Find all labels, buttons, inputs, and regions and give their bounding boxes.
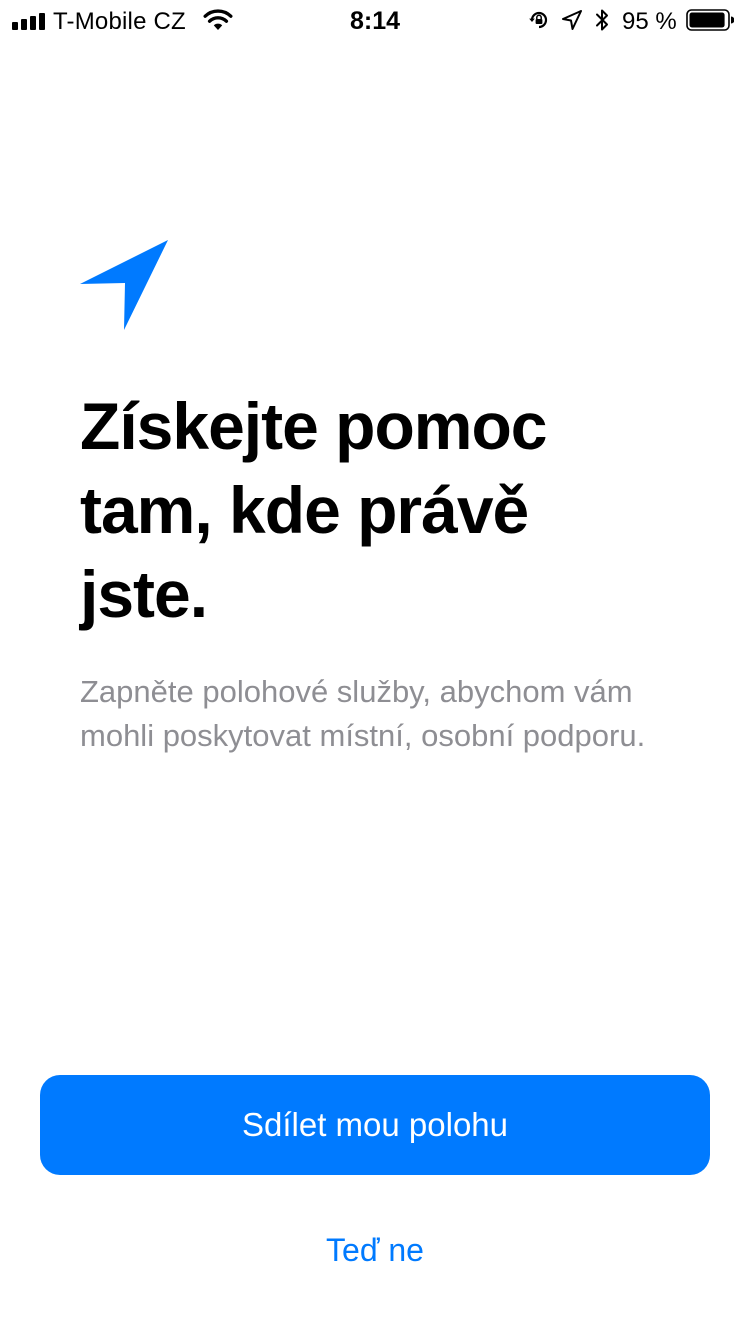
status-bar: T-Mobile CZ 8:14 95 % bbox=[0, 0, 750, 40]
rotation-lock-icon bbox=[529, 11, 548, 29]
not-now-button[interactable]: Teď ne bbox=[275, 1222, 475, 1278]
share-location-button[interactable]: Sdílet mou polohu bbox=[40, 1075, 710, 1175]
location-arrow-icon bbox=[562, 10, 582, 30]
battery-percentage: 95 % bbox=[622, 8, 677, 35]
location-arrow-icon bbox=[80, 240, 168, 330]
page-title: Získejte pomoc tam, kde právě jste. bbox=[80, 389, 547, 631]
bluetooth-icon bbox=[596, 9, 608, 31]
battery-icon bbox=[686, 9, 734, 31]
description-text: Zapněte polohové služby, abychom vám moh… bbox=[80, 674, 646, 753]
